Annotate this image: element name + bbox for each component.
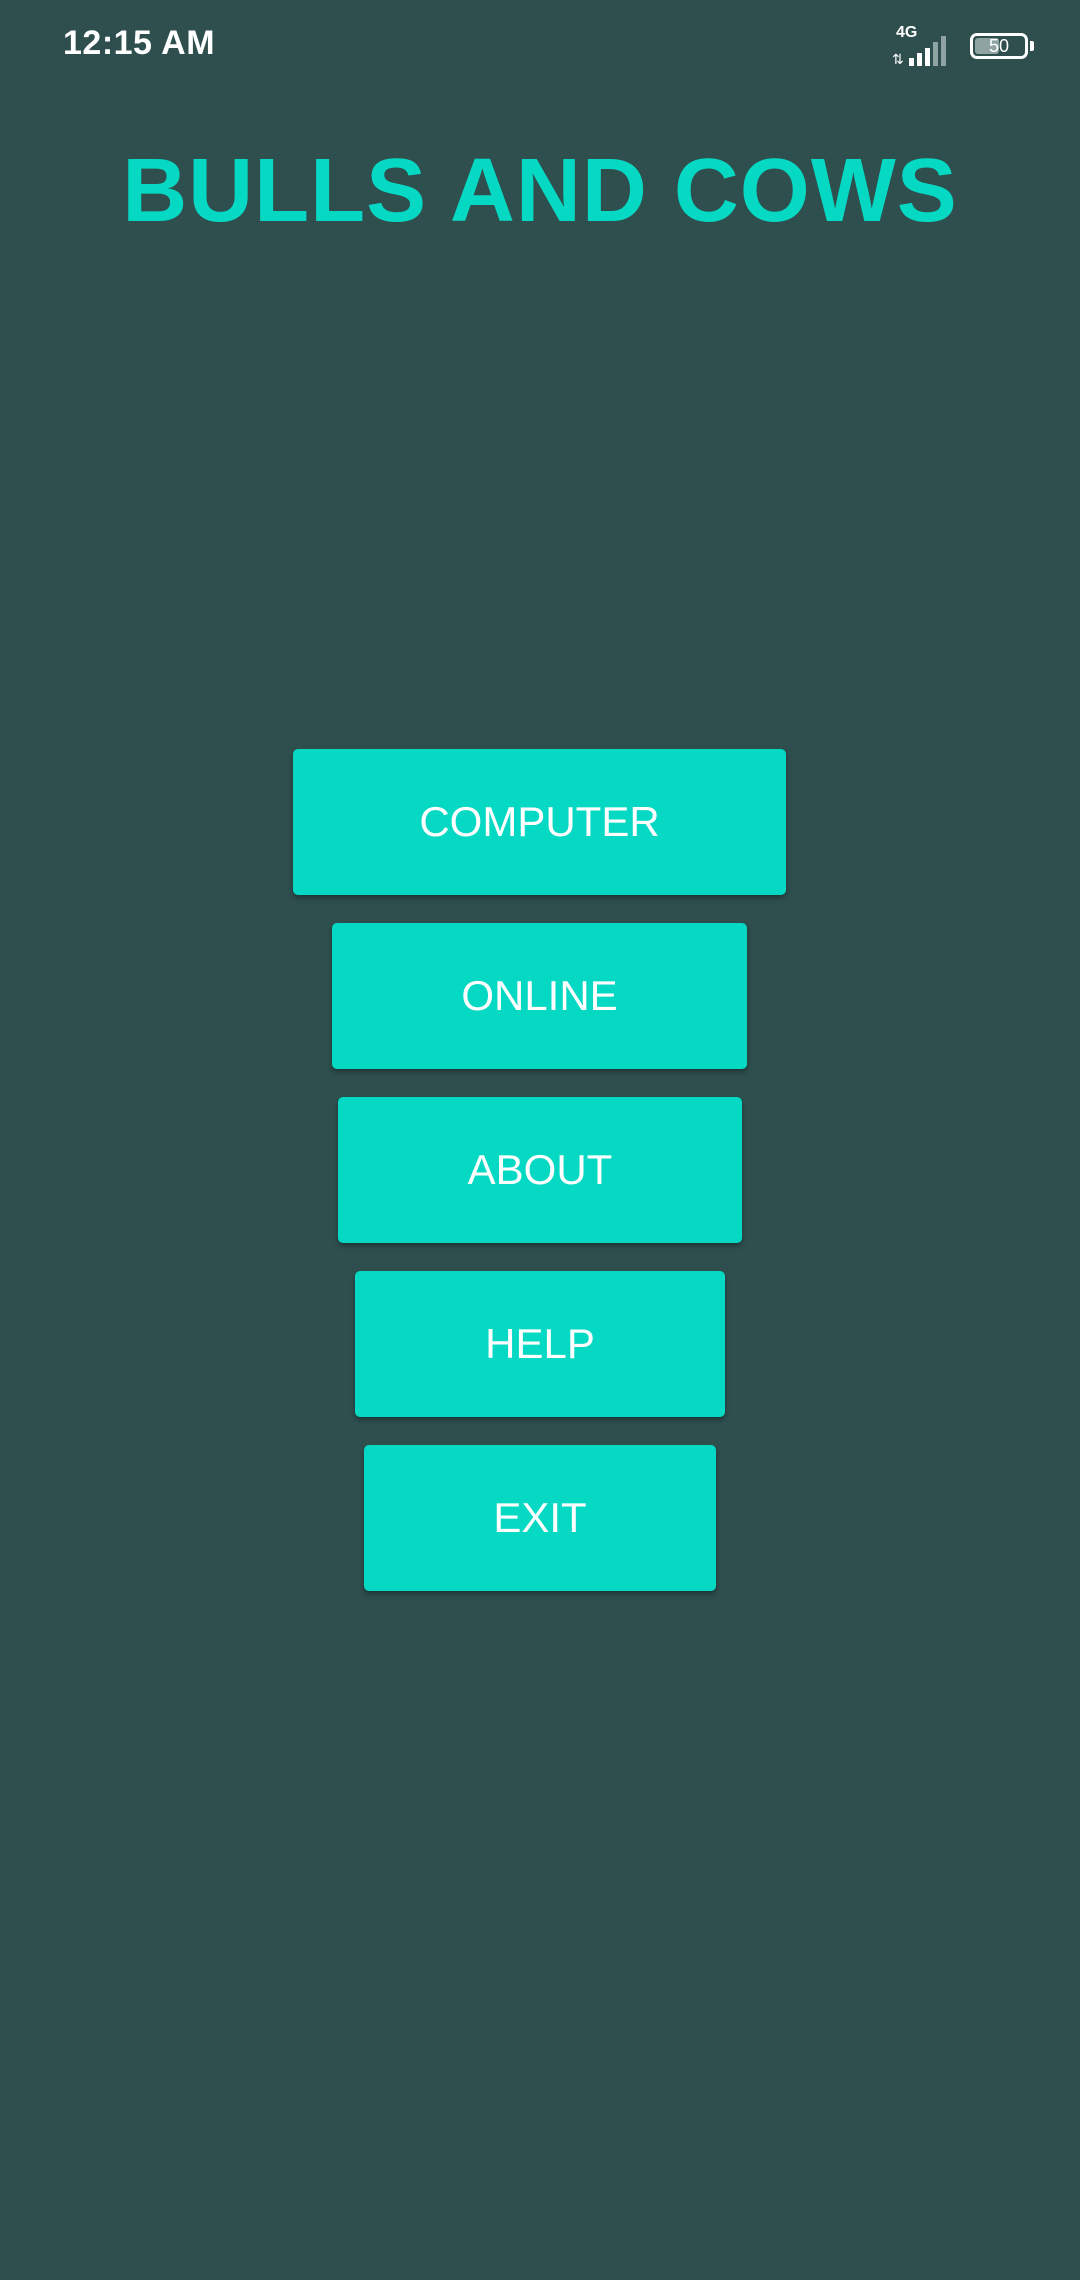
battery-icon: 50 (970, 33, 1028, 59)
status-bar: 12:15 AM 4G ⇅ 50 (0, 0, 1080, 96)
about-button[interactable]: ABOUT (338, 1097, 742, 1243)
help-button[interactable]: HELP (355, 1271, 725, 1417)
exit-button[interactable]: EXIT (364, 1445, 716, 1591)
status-icons: 4G ⇅ 50 (892, 24, 1034, 67)
battery-tip (1030, 41, 1034, 51)
online-button[interactable]: ONLINE (332, 923, 747, 1069)
app-title: BULLS AND COWS (122, 141, 958, 241)
computer-button[interactable]: COMPUTER (293, 749, 786, 895)
status-time: 12:15 AM (63, 24, 216, 62)
signal-bars-icon (909, 36, 946, 66)
data-activity-icon: ⇅ (892, 51, 904, 67)
battery-level: 50 (988, 35, 1010, 56)
network-indicator: 4G ⇅ (892, 24, 952, 67)
